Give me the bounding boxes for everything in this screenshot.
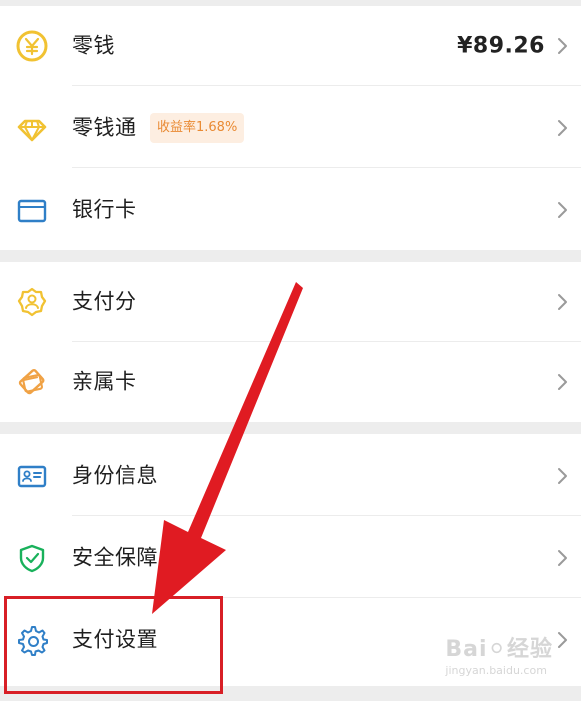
row-divider xyxy=(72,167,581,168)
chevron-right-icon xyxy=(553,35,571,57)
wallet-page: 零钱 ¥89.26 零钱通 收益率1.68% 银行卡 支付分 亲属卡 身份信息 … xyxy=(0,0,581,701)
diamond-icon xyxy=(14,110,50,146)
bank-card-icon xyxy=(14,192,50,228)
chevron-right-icon xyxy=(553,117,571,139)
yield-rate-badge: 收益率1.68% xyxy=(150,113,245,143)
chevron-right-icon xyxy=(553,199,571,221)
gear-icon xyxy=(14,622,50,658)
wallet-row-payment-score[interactable]: 支付分 xyxy=(0,262,581,342)
chevron-right-icon xyxy=(553,547,571,569)
wallet-row-security[interactable]: 安全保障 xyxy=(0,518,581,598)
id-card-icon xyxy=(14,458,50,494)
chevron-right-icon xyxy=(553,291,571,313)
wallet-row-label: 零钱 xyxy=(72,33,115,58)
wallet-row-label: 安全保障 xyxy=(72,545,158,570)
wallet-row-change[interactable]: 零钱 ¥89.26 xyxy=(0,6,581,86)
wallet-row-bank-card[interactable]: 银行卡 xyxy=(0,170,581,250)
payment-score-icon xyxy=(14,284,50,320)
row-divider xyxy=(72,85,581,86)
row-divider xyxy=(72,597,581,598)
row-divider xyxy=(72,515,581,516)
wallet-row-fund[interactable]: 零钱通 收益率1.68% xyxy=(0,88,581,168)
wallet-row-identity[interactable]: 身份信息 xyxy=(0,436,581,516)
wallet-row-label: 银行卡 xyxy=(72,197,137,222)
coin-icon xyxy=(14,28,50,64)
balance-value: ¥89.26 xyxy=(457,33,545,59)
wallet-services-group: 支付分 亲属卡 xyxy=(0,262,581,422)
chevron-right-icon xyxy=(553,629,571,651)
wallet-row-label: 零钱通 xyxy=(72,115,137,140)
shield-icon xyxy=(14,540,50,576)
wallet-row-label: 身份信息 xyxy=(72,463,158,488)
family-card-icon xyxy=(14,364,50,400)
chevron-right-icon xyxy=(553,465,571,487)
wallet-row-label: 支付设置 xyxy=(72,627,158,652)
wallet-row-label: 支付分 xyxy=(72,289,137,314)
wallet-row-label: 亲属卡 xyxy=(72,369,137,394)
wallet-settings-group: 身份信息 安全保障 支付设置 xyxy=(0,434,581,686)
wallet-funds-group: 零钱 ¥89.26 零钱通 收益率1.68% 银行卡 xyxy=(0,6,581,250)
wallet-row-family-card[interactable]: 亲属卡 xyxy=(0,342,581,422)
chevron-right-icon xyxy=(553,371,571,393)
wallet-row-payment-settings[interactable]: 支付设置 xyxy=(0,600,581,680)
